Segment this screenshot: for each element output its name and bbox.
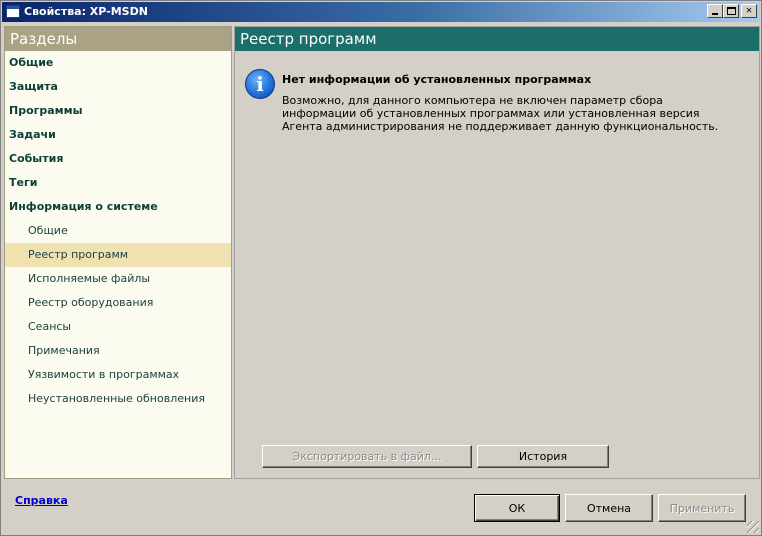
sidebar-item[interactable]: Защита [5,75,231,99]
info-icon: i [245,69,275,99]
sidebar-item[interactable]: Реестр оборудования [5,291,231,315]
sidebar-item[interactable]: Программы [5,99,231,123]
window-icon [6,5,20,18]
sidebar-item[interactable]: Теги [5,171,231,195]
apply-button[interactable]: Применить [658,494,746,522]
sections-panel: Разделы Общие Защита Программы Задачи Событи… [4,26,232,479]
sidebar-item[interactable]: События [5,147,231,171]
ok-button[interactable]: ОК [474,494,560,522]
maximize-button[interactable] [723,4,739,18]
window-controls: ✕ [707,4,757,18]
sidebar-item[interactable]: Исполняемые файлы [5,267,231,291]
help-link[interactable]: Справка [15,494,68,507]
info-message: Возможно, для данного компьютера не вклю… [282,94,719,133]
sidebar-item[interactable]: Неустановленные обновления [5,387,231,411]
sidebar-item[interactable]: Общие [5,219,231,243]
history-button[interactable]: История [477,445,609,468]
resize-grip[interactable] [747,521,759,533]
properties-window: Свойства: XP-MSDN ✕ Разделы Общие Защита П… [0,0,762,536]
sidebar-item[interactable]: Сеансы [5,315,231,339]
minimize-button[interactable] [707,4,723,18]
sidebar-item[interactable]: Общие [5,51,231,75]
sidebar-item[interactable]: Информация о системе [5,195,231,219]
export-to-file-button[interactable]: Экспортировать в файл... [262,445,472,468]
maximize-icon [726,7,736,15]
sidebar-item[interactable]: Задачи [5,123,231,147]
sections-list: Общие Защита Программы Задачи События Теги Инф… [5,51,231,411]
close-button[interactable]: ✕ [741,4,757,18]
sidebar-item[interactable]: Реестр программ [5,243,231,267]
content-header: Реестр программ [235,27,759,51]
content-panel: Реестр программ i Нет информации об уста… [234,26,760,479]
title-bar[interactable]: Свойства: XP-MSDN ✕ [2,2,760,22]
info-title: Нет информации об установленных программ… [282,73,592,86]
sections-header: Разделы [5,27,231,51]
close-icon: ✕ [745,5,753,16]
sidebar-item[interactable]: Примечания [5,339,231,363]
window-title: Свойства: XP-MSDN [24,5,148,18]
cancel-button[interactable]: Отмена [565,494,653,522]
minimize-icon [712,13,718,15]
sidebar-item[interactable]: Уязвимости в программах [5,363,231,387]
